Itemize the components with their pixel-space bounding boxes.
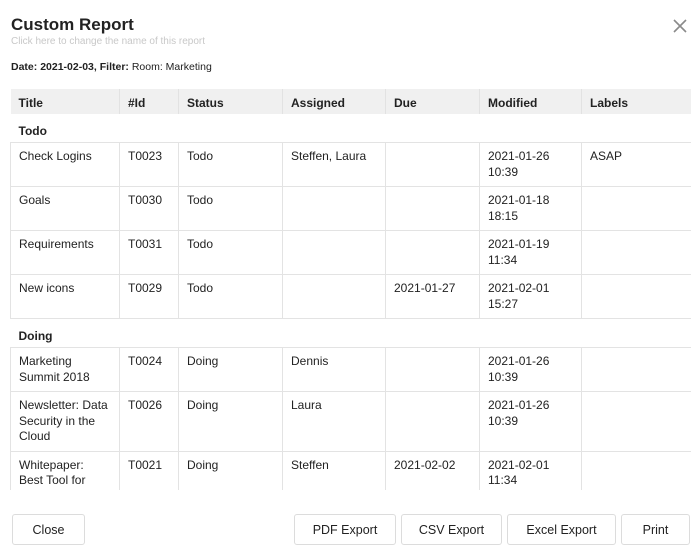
cell-modified: 2021-01-18 18:15 <box>479 186 582 231</box>
table-row[interactable]: Requirements T0031 Todo 2021-01-19 11:34 <box>10 230 691 275</box>
cell-assigned <box>282 274 386 319</box>
cell-labels: ASAP <box>581 142 691 187</box>
table-row[interactable]: New icons T0029 Todo 2021-01-27 2021-02-01 1… <box>10 274 691 319</box>
cell-modified: 2021-02-01 11:34 <box>479 450 582 490</box>
cell-due <box>385 347 480 392</box>
column-header-due: Due <box>385 89 480 114</box>
column-header-id: #Id <box>119 89 179 114</box>
cell-status: Doing <box>178 450 283 490</box>
cell-title: Whitepaper: Best Tool for Teams <box>10 450 120 490</box>
cell-id: T0026 <box>119 391 179 452</box>
cell-title: Newsletter: Data Security in the Cloud <box>10 391 120 452</box>
column-header-status: Status <box>178 89 283 114</box>
cell-modified: 2021-01-26 10:39 <box>479 142 582 187</box>
table-row[interactable]: Whitepaper: Best Tool for TeamsT0021Doin… <box>10 450 691 490</box>
cell-labels <box>581 347 691 392</box>
filter-label: Filter: <box>99 61 129 73</box>
cell-status: Todo <box>178 230 283 275</box>
cell-modified: 2021-02-01 15:27 <box>479 274 582 319</box>
close-button[interactable]: Close <box>12 514 85 545</box>
filter-value: Room: Marketing <box>131 61 212 73</box>
cell-modified: 2021-01-26 10:39 <box>479 347 582 392</box>
cell-modified: 2021-01-26 10:39 <box>479 391 582 452</box>
report-table-container[interactable]: Title #Id Status Assigned Due Modified L… <box>10 89 691 490</box>
cell-status: Todo <box>178 142 283 187</box>
report-table: Title #Id Status Assigned Due Modified L… <box>10 89 691 490</box>
cell-due: 2021-01-27 <box>385 274 480 319</box>
filter-date-value: 2021-02-03, <box>40 61 97 73</box>
cell-status: Doing <box>178 391 283 452</box>
dialog-footer: Close PDF Export CSV Export Excel Export… <box>0 514 700 546</box>
table-row[interactable]: Marketing Summit 2018 T0024 Doing Dennis 202… <box>10 347 691 392</box>
table-header-row: Title #Id Status Assigned Due Modified L… <box>10 89 691 114</box>
cell-title: Requirements <box>10 230 120 275</box>
table-row[interactable]: Goals T0030 Todo 2021-01-18 18:15 <box>10 186 691 231</box>
cell-id: T0023 <box>119 142 179 187</box>
cell-due <box>385 142 480 187</box>
cell-id: T0024 <box>119 347 179 392</box>
cell-labels <box>581 274 691 319</box>
column-header-labels: Labels <box>581 89 691 114</box>
excel-export-button[interactable]: Excel Export <box>507 514 616 545</box>
cell-id: T0031 <box>119 230 179 275</box>
cell-assigned: Dennis <box>282 347 386 392</box>
cell-labels <box>581 391 691 452</box>
cell-id: T0030 <box>119 186 179 231</box>
cell-id: T0029 <box>119 274 179 319</box>
cell-assigned: Steffen <box>282 450 386 490</box>
table-row[interactable]: Check Logins T0023 Todo Steffen, Laura 2021-… <box>10 142 691 187</box>
report-title[interactable]: Custom Report <box>11 14 134 36</box>
table-body: Todo Check Logins T0023 Todo Steffen, Laura 2… <box>10 114 691 490</box>
csv-export-button[interactable]: CSV Export <box>401 514 502 545</box>
cell-status: Doing <box>178 347 283 392</box>
cell-due <box>385 391 480 452</box>
cell-assigned <box>282 186 386 231</box>
cell-assigned: Steffen, Laura <box>282 142 386 187</box>
print-button[interactable]: Print <box>621 514 690 545</box>
column-header-title: Title <box>10 89 120 114</box>
cell-labels <box>581 230 691 275</box>
cell-labels <box>581 450 691 490</box>
report-filter-line: Date: 2021-02-03, Filter: Room: Marketin… <box>11 60 212 74</box>
group-label: Todo <box>10 114 691 143</box>
cell-modified: 2021-01-19 11:34 <box>479 230 582 275</box>
cell-title: New icons <box>10 274 120 319</box>
group-label: Doing <box>10 318 691 348</box>
cell-title: Goals <box>10 186 120 231</box>
cell-labels <box>581 186 691 231</box>
cell-status: Todo <box>178 186 283 231</box>
group-row: Doing <box>10 318 691 348</box>
cell-title: Check Logins <box>10 142 120 187</box>
column-header-modified: Modified <box>479 89 582 114</box>
cell-due <box>385 186 480 231</box>
cell-title: Marketing Summit 2018 <box>10 347 120 392</box>
cell-id: T0021 <box>119 450 179 490</box>
table-row[interactable]: Newsletter: Data Security in the Cloud T0… <box>10 391 691 452</box>
column-header-assigned: Assigned <box>282 89 386 114</box>
group-row: Todo <box>10 114 691 143</box>
cell-due: 2021-02-02 <box>385 450 480 490</box>
close-icon[interactable] <box>670 16 690 36</box>
custom-report-dialog: Custom Report Click here to change the n… <box>0 0 700 558</box>
filter-date-label: Date: <box>11 61 38 73</box>
cell-due <box>385 230 480 275</box>
report-rename-hint[interactable]: Click here to change the name of this re… <box>11 36 205 48</box>
pdf-export-button[interactable]: PDF Export <box>294 514 396 545</box>
cell-assigned <box>282 230 386 275</box>
cell-assigned: Laura <box>282 391 386 452</box>
cell-status: Todo <box>178 274 283 319</box>
